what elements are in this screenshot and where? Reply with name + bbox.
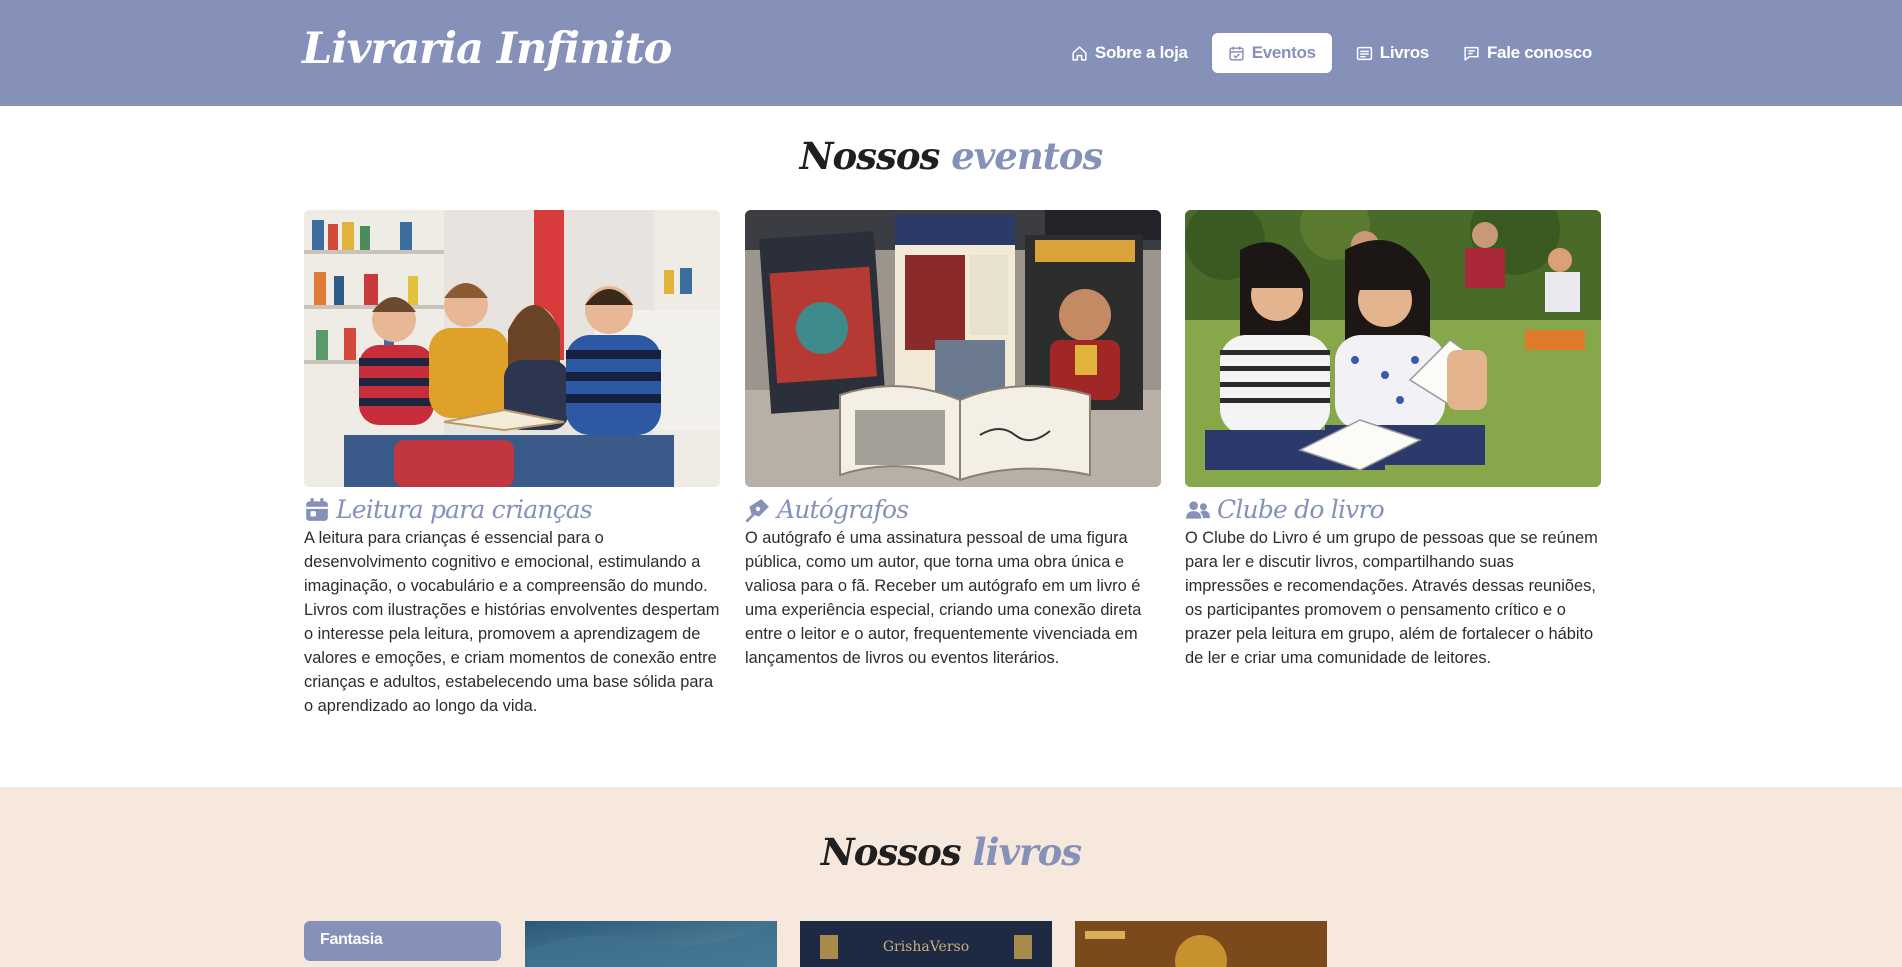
nav-item-eventos[interactable]: Eventos [1211,33,1332,73]
event-description: A leitura para crianças é essencial para… [304,529,720,715]
title-word: Nossos [820,830,962,874]
signature-icon [745,498,769,522]
book-club-photo [1185,210,1601,487]
event-description: O autógrafo é uma assinatura pessoal de … [745,529,1142,667]
nav-item-livros[interactable]: Livros [1346,33,1439,73]
nav-label: Fale conosco [1486,43,1592,62]
nav-item-sobre-a-loja[interactable]: Sobre a loja [1061,33,1198,73]
chat-icon [1464,46,1479,61]
calendar-check-icon [1229,46,1244,61]
event-card-title: Leitura para crianças [304,495,720,524]
genre-filter-fantasia[interactable]: Fantasia [304,921,501,961]
main-nav: Sobre a loja Eventos Livros Fale conosco [1061,33,1602,73]
children-reading-photo [304,210,720,487]
nav-label: Livros [1379,43,1430,62]
event-card-title: Clube do livro [1185,495,1601,524]
top-navbar: Livraria Infinito Sobre a loja Eventos L… [0,0,1902,106]
calendar-icon [306,497,328,521]
users-icon [1186,500,1210,519]
title-accent-word: livros [972,830,1082,874]
nav-label: Eventos [1251,43,1316,62]
title-word: Nossos [799,134,941,178]
event-title-text: Leitura para crianças [336,495,593,524]
title-accent-word: eventos [951,134,1103,178]
signed-books-photo [745,210,1161,487]
nav-item-fale-conosco[interactable]: Fale conosco [1453,33,1602,73]
brand-logo[interactable]: Livraria Infinito [302,24,672,74]
book-cover-3[interactable] [1075,921,1327,967]
book-cover-2[interactable]: GrishaVerso [800,921,1052,967]
book-cover-1[interactable] [525,921,777,967]
book-list-icon [1356,46,1372,60]
event-card-autografos: Autógrafos O autógrafo é uma assinatura … [745,210,1161,670]
event-title-text: Clube do livro [1217,495,1385,524]
nav-label: Sobre a loja [1094,43,1188,62]
home-icon [1072,45,1087,61]
book-cover-title: GrishaVerso [882,939,970,955]
events-section-title: Nossos eventos [0,134,1902,178]
event-card-title: Autógrafos [745,495,1161,524]
event-description: O Clube do Livro é um grupo de pessoas q… [1185,529,1598,667]
event-title-text: Autógrafos [777,495,909,524]
books-section-title: Nossos livros [0,830,1902,874]
event-card-leitura: Leitura para crianças A leitura para cri… [304,210,720,718]
event-card-clube: Clube do livro O Clube do Livro é um gru… [1185,210,1601,670]
